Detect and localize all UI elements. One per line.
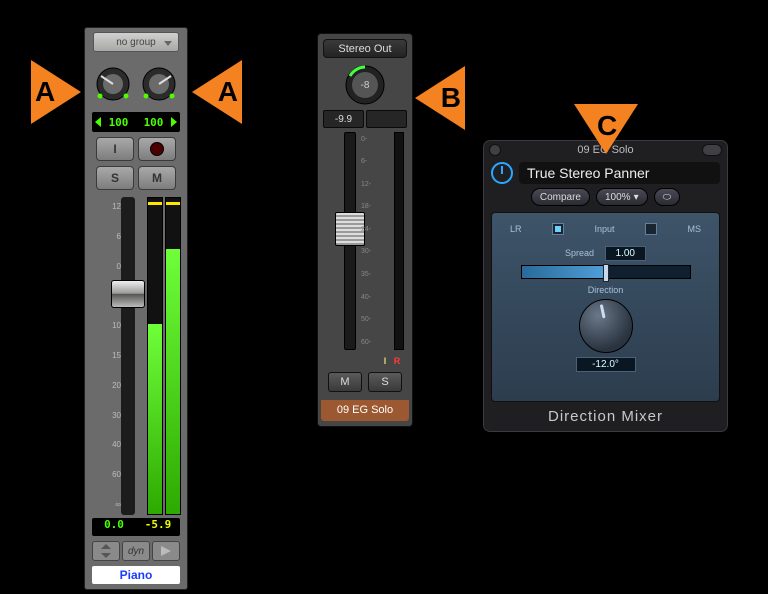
- power-icon[interactable]: [491, 162, 513, 184]
- close-icon[interactable]: [489, 144, 501, 156]
- pan-knob[interactable]: -8: [344, 64, 386, 106]
- fader-scale: 12605101520304060∞: [91, 197, 121, 515]
- fader-cap[interactable]: [111, 280, 145, 308]
- db-readout: -9.9: [323, 110, 364, 127]
- direction-value[interactable]: -12.0°: [576, 357, 636, 372]
- updown-icon: [101, 544, 111, 558]
- plugin-footer: Direction Mixer: [483, 408, 728, 425]
- volume-readout: 0.0 -5.9: [92, 518, 180, 536]
- fader-track: [121, 197, 135, 515]
- meter-right: [165, 197, 181, 515]
- plugin-body: LR Input MS Spread 1.00 Direction -12.0°: [491, 212, 720, 402]
- fader-area: 0-6-12-18-24-30-35-40-50-60- I R: [323, 132, 407, 350]
- mute-button[interactable]: M: [328, 372, 362, 392]
- play-icon: [160, 545, 172, 557]
- play-icon-button[interactable]: [152, 541, 180, 561]
- solo-button[interactable]: S: [368, 372, 402, 392]
- mode-ms-radio[interactable]: [645, 223, 657, 235]
- record-arm-button[interactable]: [138, 137, 176, 161]
- input-indicator[interactable]: I: [380, 355, 390, 368]
- track-name[interactable]: Piano: [92, 566, 180, 584]
- protools-channel-strip: no group 100 100 I S M 12605101520304060…: [84, 27, 188, 590]
- label-b: B: [415, 66, 465, 130]
- compare-button[interactable]: Compare: [531, 188, 590, 206]
- spread-value[interactable]: 1.00: [605, 246, 646, 261]
- scale-selector[interactable]: 100%▾: [596, 188, 648, 206]
- pan-knob-row: [85, 59, 187, 109]
- fader-scale: 0-6-12-18-24-30-35-40-50-60-: [361, 132, 387, 350]
- plugin-name[interactable]: True Stereo Panner: [519, 162, 720, 184]
- record-indicator[interactable]: R: [392, 355, 402, 368]
- mute-button[interactable]: M: [138, 166, 176, 190]
- mode-input-label: Input: [594, 224, 614, 234]
- pan-readout: 100 100: [92, 112, 180, 132]
- direction-section: Direction -12.0°: [576, 285, 636, 372]
- label-a-left: A: [31, 60, 81, 124]
- direction-label: Direction: [576, 285, 636, 295]
- group-selector[interactable]: no group: [93, 32, 179, 52]
- direction-knob[interactable]: [579, 299, 633, 353]
- solo-button[interactable]: S: [96, 166, 134, 190]
- spread-slider[interactable]: [521, 265, 691, 279]
- automation-mode[interactable]: dyn: [122, 541, 150, 561]
- spread-label: Spread: [565, 248, 594, 258]
- pan-right-arrow-icon: [171, 117, 177, 127]
- logic-channel-strip: Stereo Out -8 -9.9 0-6-12-18-24-30-35-40…: [317, 33, 413, 427]
- peak-readout: [366, 110, 407, 127]
- meter-left: [147, 197, 163, 515]
- output-selector[interactable]: Stereo Out: [323, 39, 407, 58]
- mode-ms-label: MS: [687, 224, 701, 234]
- mode-lr-radio[interactable]: [552, 223, 564, 235]
- trim-arrows[interactable]: [92, 541, 120, 561]
- level-meter: [394, 132, 404, 350]
- pan-value: -8: [344, 80, 386, 91]
- record-icon: [150, 142, 164, 156]
- label-a-right: A: [192, 60, 242, 124]
- level-meters: [147, 197, 181, 515]
- track-name[interactable]: 09 EG Solo: [321, 400, 409, 421]
- input-monitor-button[interactable]: I: [96, 137, 134, 161]
- pan-knob-right[interactable]: [139, 64, 179, 104]
- pan-knob-left[interactable]: [93, 64, 133, 104]
- peak-value: -5.9: [136, 518, 180, 536]
- updown-icon: ▾: [634, 192, 639, 203]
- pan-left-value: 100: [101, 116, 136, 129]
- fader-area: 12605101520304060∞: [91, 197, 181, 515]
- spread-section: Spread 1.00: [500, 243, 711, 279]
- label-c: C: [574, 104, 638, 154]
- pan-right-value: 100: [136, 116, 171, 129]
- window-menu-icon[interactable]: [702, 144, 722, 156]
- direction-mixer-window: 09 EG Solo True Stereo Panner Compare 10…: [482, 139, 729, 433]
- mode-lr-label: LR: [510, 224, 522, 234]
- link-icon[interactable]: ⬭: [654, 188, 681, 206]
- volume-value: 0.0: [92, 518, 136, 536]
